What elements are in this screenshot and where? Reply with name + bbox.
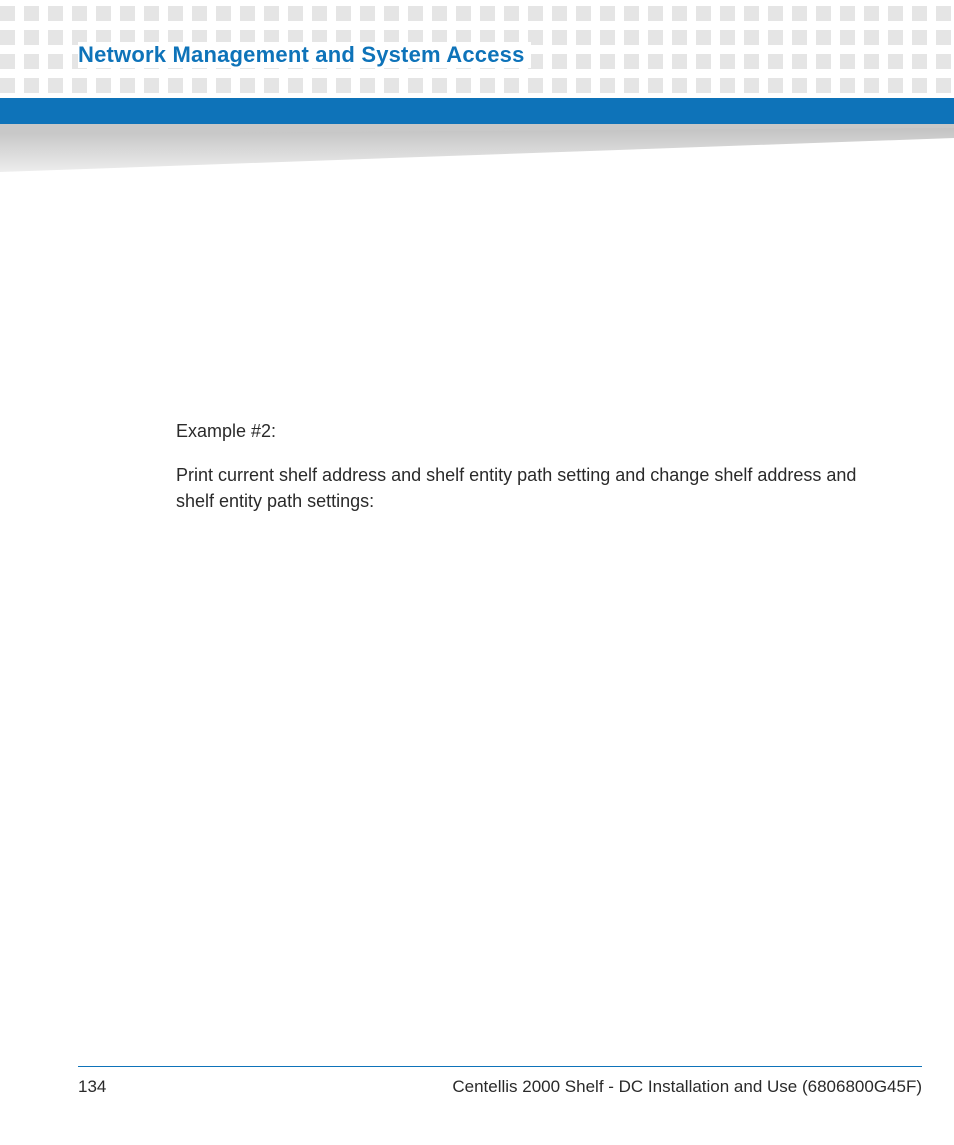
decor-dot-row — [0, 6, 954, 21]
header-blue-bar — [0, 98, 954, 124]
content-body: Example #2: Print current shelf address … — [176, 418, 876, 532]
page-number: 134 — [78, 1077, 106, 1097]
decor-dot-row — [0, 78, 954, 93]
header-wedge — [0, 124, 954, 174]
footer-rule — [78, 1066, 922, 1068]
page-title: Network Management and System Access — [78, 42, 531, 68]
footer-line: 134 Centellis 2000 Shelf - DC Installati… — [78, 1077, 922, 1097]
page-footer: 134 Centellis 2000 Shelf - DC Installati… — [78, 1066, 922, 1098]
document-title: Centellis 2000 Shelf - DC Installation a… — [452, 1077, 922, 1097]
example-label: Example #2: — [176, 418, 876, 444]
page: Network Management and System Access Exa… — [0, 0, 954, 1145]
example-paragraph: Print current shelf address and shelf en… — [176, 462, 876, 514]
